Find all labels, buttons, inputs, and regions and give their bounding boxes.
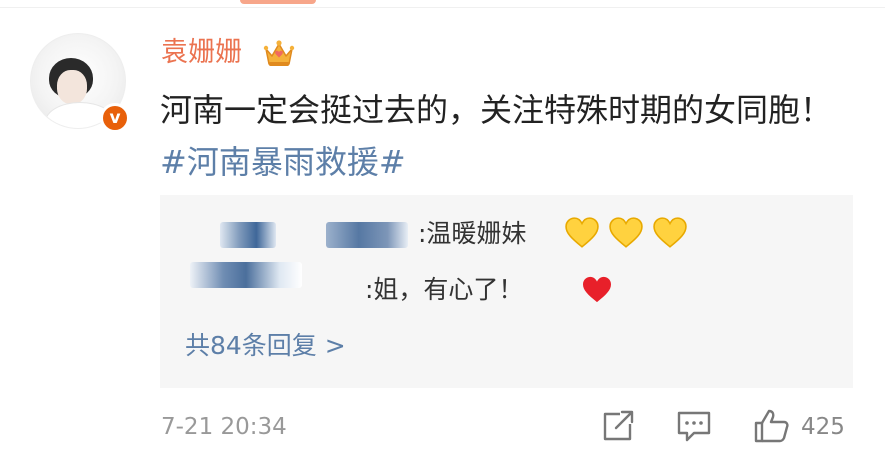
blurred-username <box>220 222 276 248</box>
post-text: 河南一定会挺过去的，关注特殊时期的女同胞！ #河南暴雨救援# <box>160 84 840 188</box>
like-icon[interactable] <box>752 408 792 444</box>
yellow-heart-icon <box>609 217 643 248</box>
divider <box>0 7 885 8</box>
red-heart-icon <box>583 276 611 303</box>
timestamp: 7-21 20:34 <box>161 414 287 440</box>
username[interactable]: 袁姗姗 <box>161 35 242 71</box>
avatar-face <box>57 70 87 104</box>
reply-item[interactable]: :姐，有心了！ <box>160 262 853 310</box>
reply-panel: :温暖姗妹 :姐，有心了！ 共84条回复 > <box>160 195 853 388</box>
verified-badge-icon: v <box>100 103 130 133</box>
tab-indicator <box>240 0 316 4</box>
comment-footer: 7-21 20:34 425 <box>0 400 885 455</box>
crown-icon <box>263 40 295 66</box>
like-count: 425 <box>801 414 845 440</box>
post-body: 河南一定会挺过去的，关注特殊时期的女同胞！ <box>160 91 833 129</box>
comment-icon[interactable] <box>674 408 714 444</box>
repost-icon[interactable] <box>598 408 638 444</box>
blurred-username <box>190 262 302 288</box>
reply-text: :温暖姗妹 <box>418 219 527 248</box>
view-all-replies-link[interactable]: 共84条回复 > <box>185 326 346 366</box>
yellow-heart-icon <box>565 217 599 248</box>
reply-item[interactable]: :温暖姗妹 <box>160 214 853 254</box>
top-strip <box>0 0 885 8</box>
reply-text: :姐，有心了！ <box>365 275 524 304</box>
hashtag-link[interactable]: #河南暴雨救援# <box>160 143 406 181</box>
yellow-heart-icon <box>653 217 687 248</box>
blurred-username <box>326 222 408 248</box>
